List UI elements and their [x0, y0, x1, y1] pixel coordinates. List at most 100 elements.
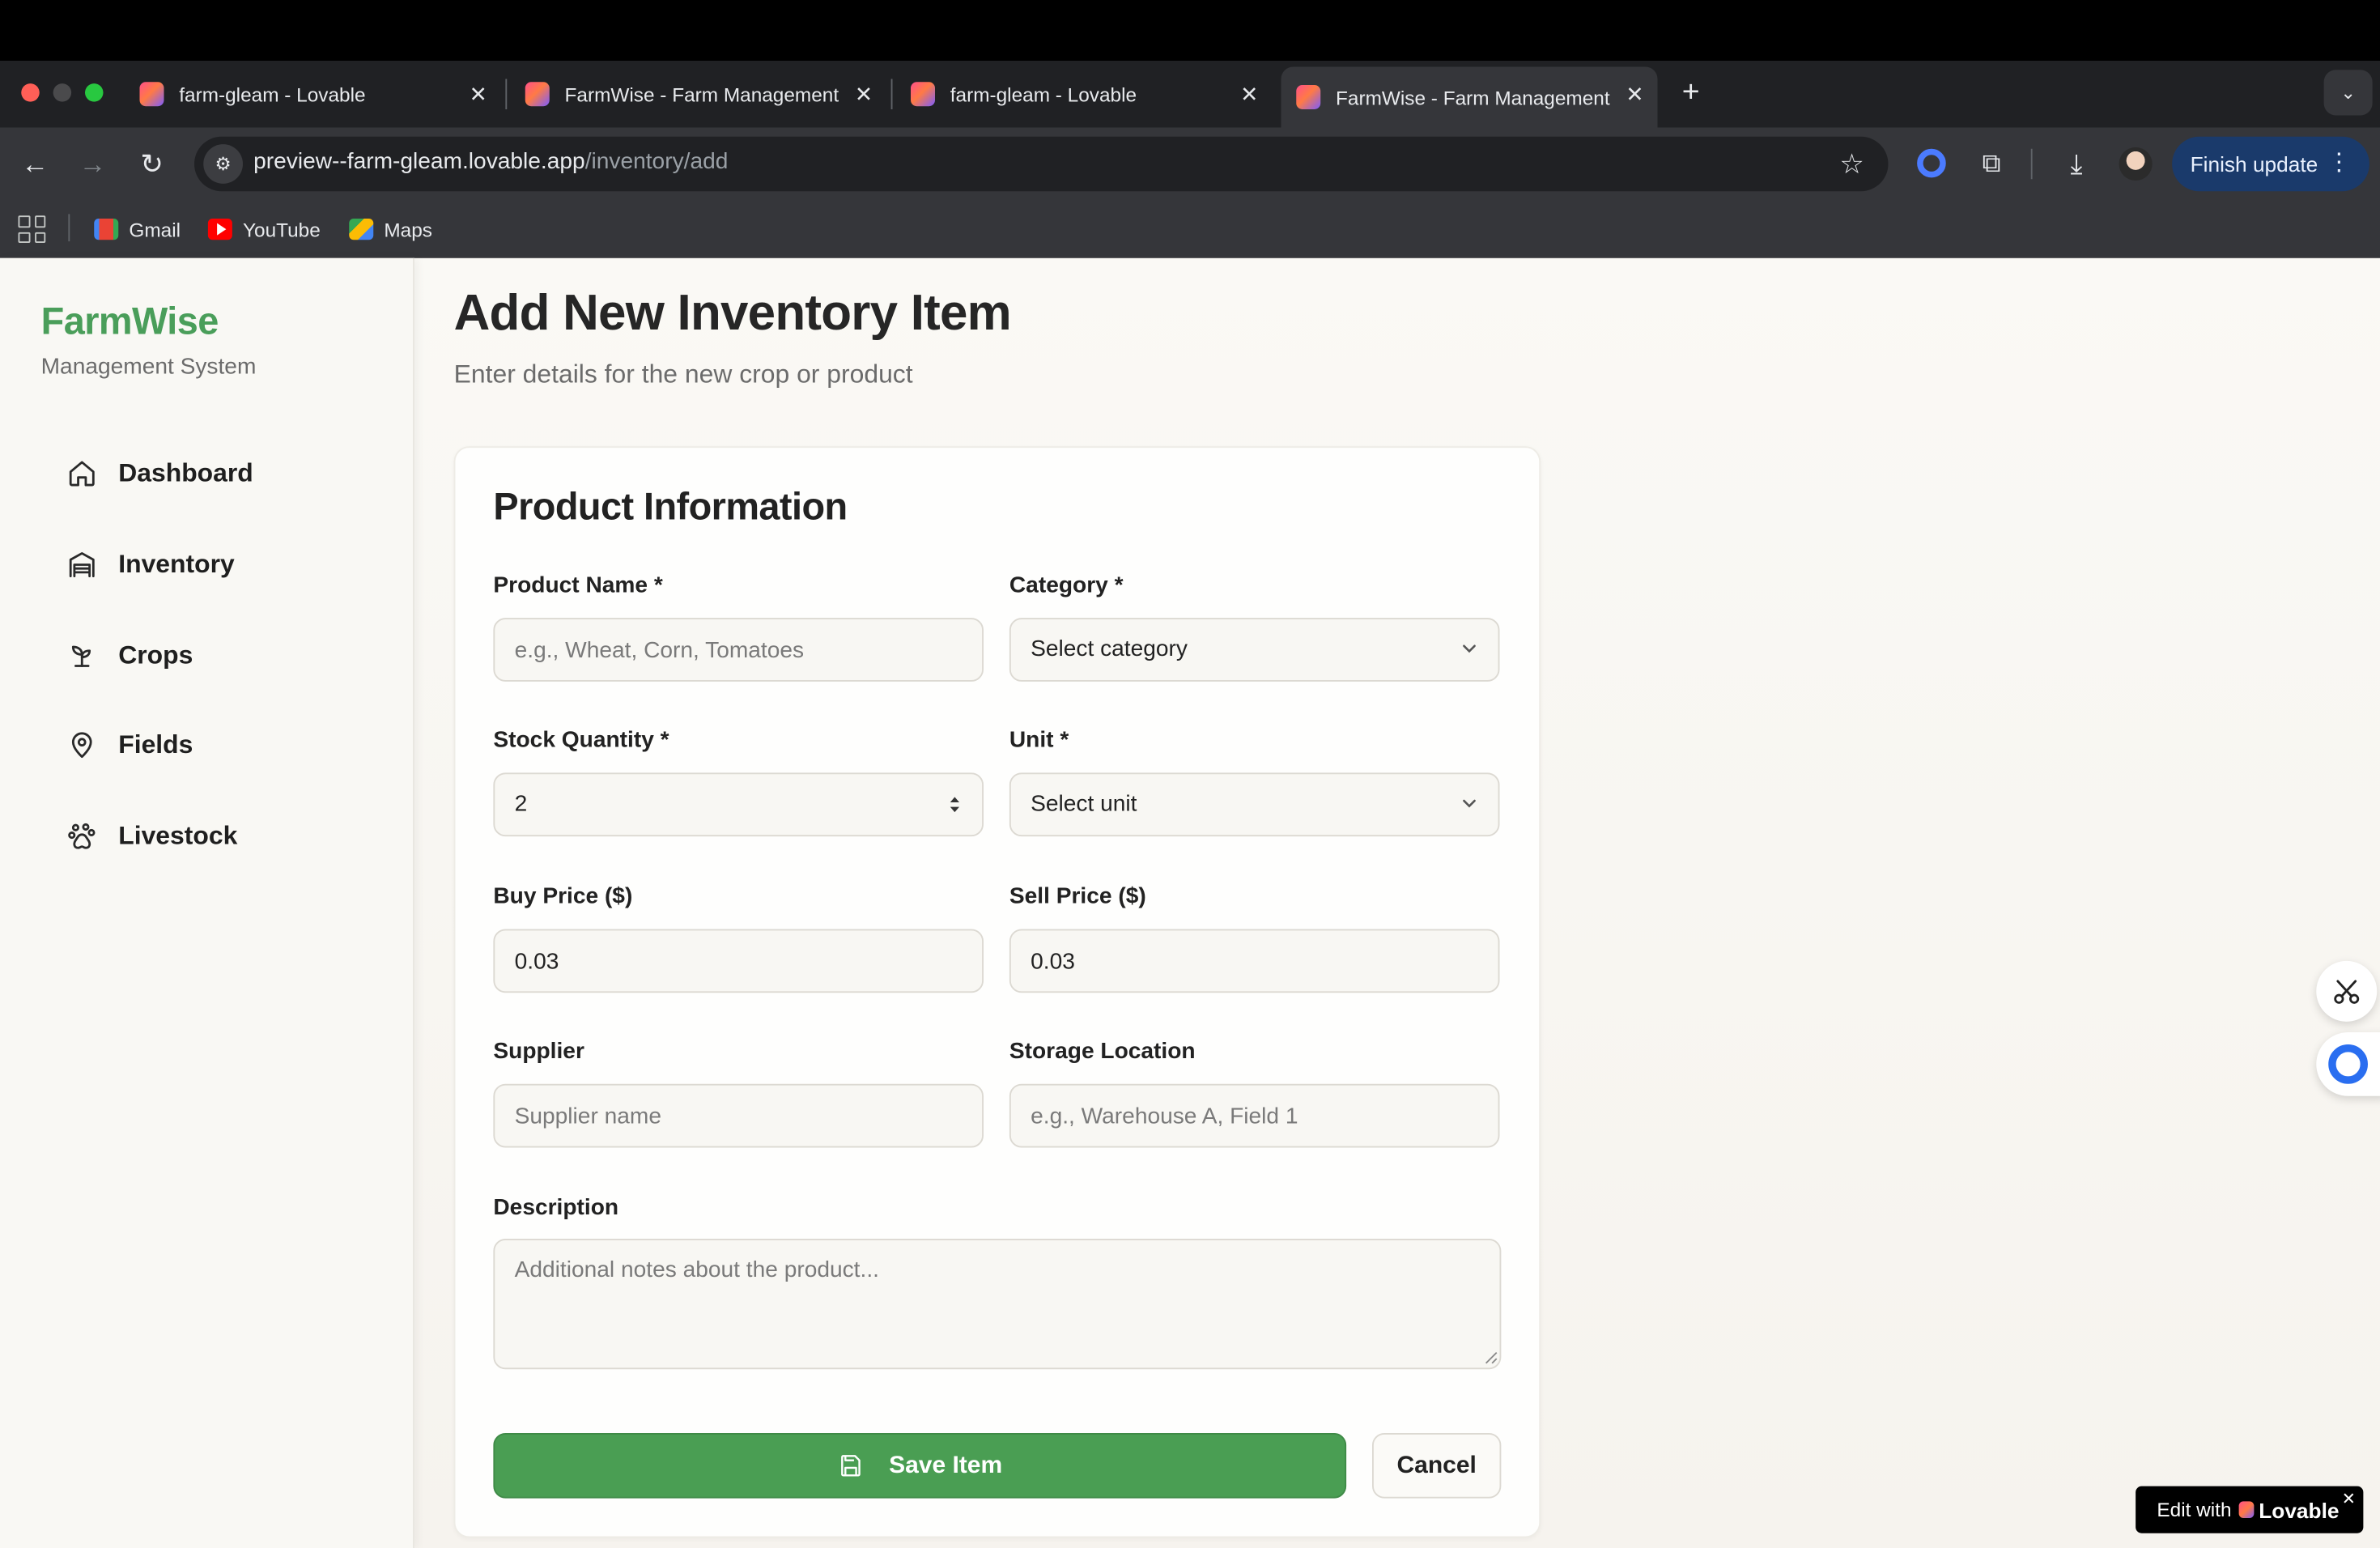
product-name-label: Product Name * [493, 572, 663, 598]
sidebar-item-label: Livestock [118, 821, 238, 850]
url-path: /inventory/add [584, 148, 729, 175]
download-icon[interactable]: ⤓ [2059, 146, 2095, 182]
browser-tab-active[interactable]: FarmWise - Farm Management ✕ [1281, 66, 1658, 128]
menu-bar [0, 0, 2380, 61]
lovable-favicon-icon [139, 82, 164, 107]
chat-widget[interactable] [2316, 1032, 2380, 1096]
gmail-icon [94, 219, 119, 240]
tab-close-icon[interactable]: ✕ [1621, 80, 1649, 108]
page-subtitle: Enter details for the new crop or produc… [453, 359, 913, 389]
map-pin-icon [71, 732, 92, 759]
lovable-favicon-icon [1296, 85, 1321, 109]
forward-arrow-icon[interactable]: → [74, 146, 111, 182]
product-name-input[interactable] [493, 618, 984, 682]
tab-close-icon[interactable]: ✕ [850, 80, 878, 108]
lovable-logo-icon [2238, 1501, 2255, 1518]
unit-select[interactable]: Select unit [1009, 772, 1500, 837]
bookmark-star-icon[interactable]: ☆ [1834, 146, 1870, 182]
close-window-button[interactable] [21, 83, 40, 102]
storage-location-label: Storage Location [1009, 1038, 1196, 1065]
lovable-favicon-icon [525, 82, 550, 107]
tab-close-icon[interactable]: ✕ [1235, 80, 1263, 108]
storage-location-input[interactable] [1009, 1083, 1500, 1148]
resize-handle-icon[interactable] [1483, 1350, 1498, 1365]
edit-with-label: Edit with [2157, 1498, 2232, 1521]
chat-bubble-icon [2328, 1044, 2368, 1084]
browser-tab[interactable]: farm-gleam - Lovable ✕ [125, 67, 501, 122]
supplier-label: Supplier [493, 1038, 584, 1065]
supplier-input[interactable] [493, 1083, 984, 1148]
screen: farm-gleam - Lovable ✕ FarmWise - Farm M… [0, 0, 2380, 1548]
sprout-icon [71, 645, 91, 667]
maps-icon [349, 219, 374, 240]
profile-avatar[interactable] [2119, 147, 2153, 181]
bookmark-gmail[interactable]: Gmail [94, 214, 181, 245]
category-select[interactable]: Select category [1009, 618, 1500, 682]
tab-title: FarmWise - Farm Management [1336, 85, 1610, 109]
sidebar-item-label: Inventory [118, 549, 235, 579]
tab-separator [505, 79, 508, 109]
close-icon[interactable]: ✕ [2342, 1489, 2356, 1509]
unit-label: Unit * [1009, 727, 1069, 753]
paw-icon [68, 823, 96, 849]
url-host: preview--farm-gleam.lovable.app [253, 148, 585, 175]
buy-price-label: Buy Price ($) [493, 883, 633, 910]
save-item-label: Save Item [889, 1452, 1003, 1478]
sidebar-item-label: Fields [118, 729, 193, 759]
bookmark-label: Gmail [129, 218, 181, 241]
sidebar-item-fields[interactable]: Fields [45, 712, 380, 779]
sidebar-item-label: Dashboard [118, 458, 253, 487]
apps-grid-icon[interactable] [18, 215, 46, 243]
extensions-puzzle-icon[interactable]: ⧉ [1974, 146, 2010, 182]
browser-tab[interactable]: FarmWise - Farm Management ✕ [510, 67, 886, 122]
sidebar-item-dashboard[interactable]: Dashboard [45, 440, 380, 508]
back-arrow-icon[interactable]: ← [17, 146, 53, 182]
sell-price-label: Sell Price ($) [1009, 883, 1146, 910]
finish-update-label: Finish update [2190, 151, 2318, 176]
chevron-down-icon [1463, 644, 1476, 653]
number-stepper-icon[interactable] [949, 794, 961, 815]
description-textarea[interactable] [493, 1239, 1502, 1370]
save-item-button[interactable]: Save Item [493, 1433, 1347, 1499]
scissors-icon [2334, 980, 2360, 1004]
section-title: Product Information [493, 486, 848, 529]
more-menu-icon[interactable]: ⋮ [2327, 137, 2351, 192]
cancel-button[interactable]: Cancel [1372, 1433, 1502, 1499]
category-select-value: Select category [1031, 636, 1188, 662]
tab-title: FarmWise - Farm Management [564, 83, 839, 106]
buy-price-input[interactable] [493, 929, 984, 993]
youtube-icon [207, 219, 232, 240]
warehouse-icon [69, 552, 95, 577]
sidebar-item-crops[interactable]: Crops [45, 623, 380, 690]
extension-icon[interactable] [1917, 148, 1946, 178]
maximize-window-button[interactable] [85, 83, 104, 102]
finish-update-button[interactable]: Finish update ⋮ [2172, 136, 2369, 192]
url-text[interactable]: preview--farm-gleam.lovable.app/inventor… [253, 149, 728, 175]
tab-search-chevron-icon[interactable]: ⌄ [2323, 70, 2373, 116]
scissors-widget[interactable] [2316, 960, 2378, 1022]
new-tab-icon[interactable]: + [1672, 74, 1709, 111]
bookmark-youtube[interactable]: YouTube [207, 214, 321, 245]
tab-title: farm-gleam - Lovable [179, 83, 366, 106]
reload-icon[interactable]: ↻ [134, 146, 170, 182]
lovable-favicon-icon [911, 82, 935, 107]
toolbar-divider [2030, 148, 2033, 180]
sidebar-item-label: Crops [118, 640, 193, 670]
browser-tab[interactable]: farm-gleam - Lovable ✕ [895, 67, 1272, 122]
minimize-window-button[interactable] [53, 83, 72, 102]
tab-separator [890, 79, 893, 109]
lovable-wordmark: Lovable [2259, 1497, 2340, 1522]
edit-with-lovable-badge[interactable]: Edit with Lovable ✕ [2136, 1486, 2364, 1533]
site-settings-icon[interactable]: ⚙ [203, 144, 243, 184]
save-icon [840, 1455, 861, 1477]
tab-close-icon[interactable]: ✕ [465, 80, 492, 108]
sidebar-item-inventory[interactable]: Inventory [45, 531, 380, 598]
bookmark-maps[interactable]: Maps [349, 214, 432, 245]
chevron-down-icon [1463, 799, 1476, 808]
sidebar-item-livestock[interactable]: Livestock [45, 803, 380, 870]
brand-logo[interactable]: FarmWise [41, 300, 219, 344]
sell-price-input[interactable] [1009, 929, 1500, 993]
stock-quantity-input[interactable]: 2 [493, 772, 984, 837]
bookmark-label: Maps [384, 218, 432, 241]
bookmark-label: YouTube [243, 218, 321, 241]
